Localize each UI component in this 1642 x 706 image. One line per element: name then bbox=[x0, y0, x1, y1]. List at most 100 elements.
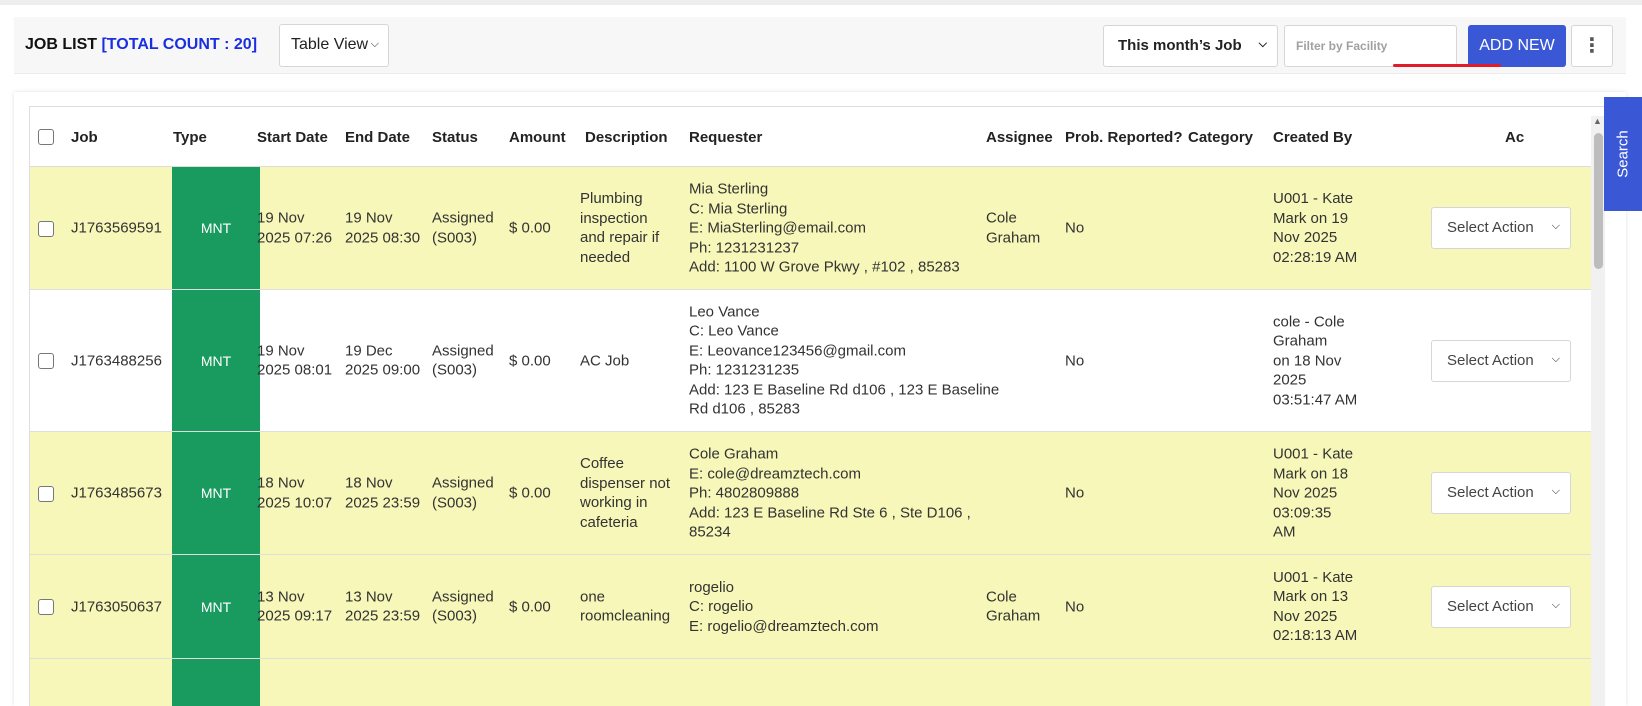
cell-line: Nov 2025 bbox=[1273, 484, 1338, 502]
amount: $ 0.00 bbox=[509, 597, 551, 615]
cell-line: 02:18:13 AM bbox=[1273, 627, 1358, 644]
page-title: JOB LIST [TOTAL COUNT : 20] bbox=[25, 36, 257, 54]
job-table: Job Type Start Date End Date Status Amou… bbox=[29, 106, 1604, 706]
view-mode-select[interactable]: Table View ⌵ bbox=[279, 24, 389, 67]
column-header-amount[interactable]: Amount bbox=[509, 129, 566, 146]
cell-line: 02:28:19 AM bbox=[1273, 248, 1358, 266]
job-id[interactable]: J1763569591 bbox=[71, 218, 162, 238]
chevron-down-icon: ⌵ bbox=[1258, 38, 1267, 50]
more-options-icon[interactable]: ⋮ bbox=[1571, 25, 1613, 67]
cell-line: U001 - Kate bbox=[1273, 568, 1354, 586]
cell-line: inspection bbox=[580, 209, 648, 227]
column-header-start-date[interactable]: Start Date bbox=[257, 129, 328, 146]
cell-line: 2025 09:17 bbox=[257, 607, 333, 625]
cell-line: Add: 123 E Baseline Rd Ste 6 , Ste D106 … bbox=[689, 503, 971, 521]
type-label: MNT bbox=[200, 485, 232, 501]
description: Plumbing inspection and repair if needed bbox=[580, 189, 659, 267]
cell-line: 2025 bbox=[1273, 371, 1307, 389]
description: one roomcleaning bbox=[580, 587, 670, 626]
amount: $ 0.00 bbox=[509, 219, 551, 237]
row-checkbox[interactable] bbox=[38, 599, 54, 615]
job-id[interactable]: J1763050637 bbox=[71, 597, 162, 617]
requester: Cole Graham E: cole@dreamztech.com Ph: 480… bbox=[689, 444, 971, 542]
start-date: 13 Nov 2025 09:17 bbox=[257, 587, 332, 626]
cell-line: (S003) bbox=[432, 494, 478, 511]
cell-line: Plumbing bbox=[580, 190, 643, 207]
cell-line: 18 Nov bbox=[345, 474, 393, 492]
column-header-actions[interactable]: Ac bbox=[1505, 129, 1524, 146]
table-row[interactable] bbox=[30, 659, 1604, 706]
prob-reported: No bbox=[1065, 219, 1085, 237]
cell-line: (S003) bbox=[432, 229, 478, 246]
chevron-down-icon: ⌵ bbox=[1551, 352, 1560, 365]
end-date: 19 Nov 2025 08:30 bbox=[345, 209, 420, 248]
column-header-end-date[interactable]: End Date bbox=[345, 129, 410, 146]
table-row[interactable]: J1763488256 MNT 19 Nov 2025 08:01 19 Dec 2025… bbox=[30, 290, 1604, 432]
title-text: JOB LIST bbox=[25, 36, 98, 53]
end-date: 19 Dec 2025 09:00 bbox=[345, 341, 420, 380]
cell-line: 19 Nov bbox=[257, 342, 305, 359]
type-badge: MNT bbox=[172, 167, 260, 289]
column-header-assignee[interactable]: Assignee bbox=[986, 129, 1053, 146]
row-checkbox[interactable] bbox=[38, 485, 54, 502]
amount: $ 0.00 bbox=[509, 484, 551, 502]
cell-line: C: Mia Sterling bbox=[689, 199, 788, 217]
column-header-prob-reported[interactable]: Prob. Reported? bbox=[1065, 129, 1183, 146]
assignee: Cole Graham bbox=[986, 209, 1040, 248]
cell-line: E: rogelio@dreamztech.com bbox=[689, 617, 879, 635]
cell-line: Graham bbox=[986, 607, 1041, 625]
prob-reported: No bbox=[1065, 597, 1085, 615]
column-header-description[interactable]: Description bbox=[585, 129, 668, 146]
created-by: U001 - Kate Mark on 13 Nov 2025 02:18:13 AM bbox=[1273, 568, 1357, 646]
job-id[interactable]: J1763488256 bbox=[71, 351, 162, 371]
select-action-dropdown[interactable]: Select Action ⌵ bbox=[1431, 339, 1571, 382]
assignee: Cole Graham bbox=[986, 587, 1040, 626]
select-action-dropdown[interactable]: Select Action ⌵ bbox=[1431, 207, 1571, 249]
end-date: 13 Nov 2025 23:59 bbox=[345, 587, 420, 626]
select-action-dropdown[interactable]: Select Action ⌵ bbox=[1431, 472, 1571, 514]
cell-line: Mark on 18 bbox=[1273, 464, 1349, 482]
table-row[interactable]: J1763569591 MNT 19 Nov 2025 07:26 19 Nov 2025… bbox=[30, 167, 1604, 290]
table-row[interactable]: J1763050637 MNT 13 Nov 2025 09:17 13 Nov 2025… bbox=[30, 555, 1604, 659]
column-header-created-by[interactable]: Created By bbox=[1273, 129, 1352, 146]
description: AC Job bbox=[580, 351, 629, 371]
column-header-category[interactable]: Category bbox=[1188, 129, 1253, 146]
cell-line: roomcleaning bbox=[580, 607, 671, 625]
job-id[interactable]: J1763485673 bbox=[71, 483, 162, 503]
requester: rogelio C: rogelio E: rogelio@dreamztech.c… bbox=[689, 577, 878, 636]
column-header-type[interactable]: Type bbox=[173, 129, 207, 146]
cell-line: 13 Nov bbox=[257, 588, 305, 605]
cell-line: 19 Dec bbox=[345, 342, 393, 359]
cell-line: AM bbox=[1273, 523, 1296, 541]
cell-line: Graham bbox=[986, 229, 1041, 246]
select-all-checkbox[interactable] bbox=[38, 129, 54, 145]
select-action-dropdown[interactable]: Select Action ⌵ bbox=[1431, 585, 1571, 628]
select-action-value: Select Action bbox=[1447, 351, 1534, 369]
row-checkbox[interactable] bbox=[38, 353, 54, 369]
cell-line: cafeteria bbox=[580, 513, 638, 531]
created-by: U001 - Kate Mark on 19 Nov 2025 02:28:19 AM bbox=[1273, 189, 1357, 267]
scroll-up-icon[interactable]: ▲ bbox=[1593, 116, 1602, 126]
type-label: MNT bbox=[200, 220, 232, 236]
column-header-requester[interactable]: Requester bbox=[689, 129, 762, 146]
facility-filter-input[interactable]: Filter by Facility bbox=[1284, 25, 1457, 67]
column-header-status[interactable]: Status bbox=[432, 129, 478, 146]
search-side-tab[interactable]: Search bbox=[1604, 97, 1642, 211]
scrollbar-thumb[interactable] bbox=[1594, 133, 1603, 269]
created-by: cole - Cole Graham on 18 Nov 2025 03:51:47 A… bbox=[1273, 312, 1357, 410]
cell-line: Mia Sterling bbox=[689, 180, 769, 198]
cell-line: Ph: 1231231237 bbox=[689, 238, 800, 256]
table-row[interactable]: J1763485673 MNT 18 Nov 2025 10:07 18 Nov 2025… bbox=[30, 432, 1604, 555]
job-list-header: JOB LIST [TOTAL COUNT : 20] Table View ⌵… bbox=[14, 17, 1626, 74]
cell-line: 19 Nov bbox=[345, 209, 393, 227]
cell-line: one bbox=[580, 588, 606, 605]
cell-line: 2025 23:59 bbox=[345, 494, 421, 511]
period-filter-select[interactable]: This month’s Job ⌵ bbox=[1103, 25, 1278, 67]
cell-line: Ph: 4802809888 bbox=[689, 484, 800, 502]
cell-line: Leo Vance bbox=[689, 303, 760, 320]
cell-line: needed bbox=[580, 248, 631, 266]
row-checkbox[interactable] bbox=[38, 220, 54, 237]
cell-line: (S003) bbox=[432, 607, 478, 625]
add-new-button[interactable]: ADD NEW bbox=[1468, 25, 1566, 67]
column-header-job[interactable]: Job bbox=[71, 129, 98, 146]
